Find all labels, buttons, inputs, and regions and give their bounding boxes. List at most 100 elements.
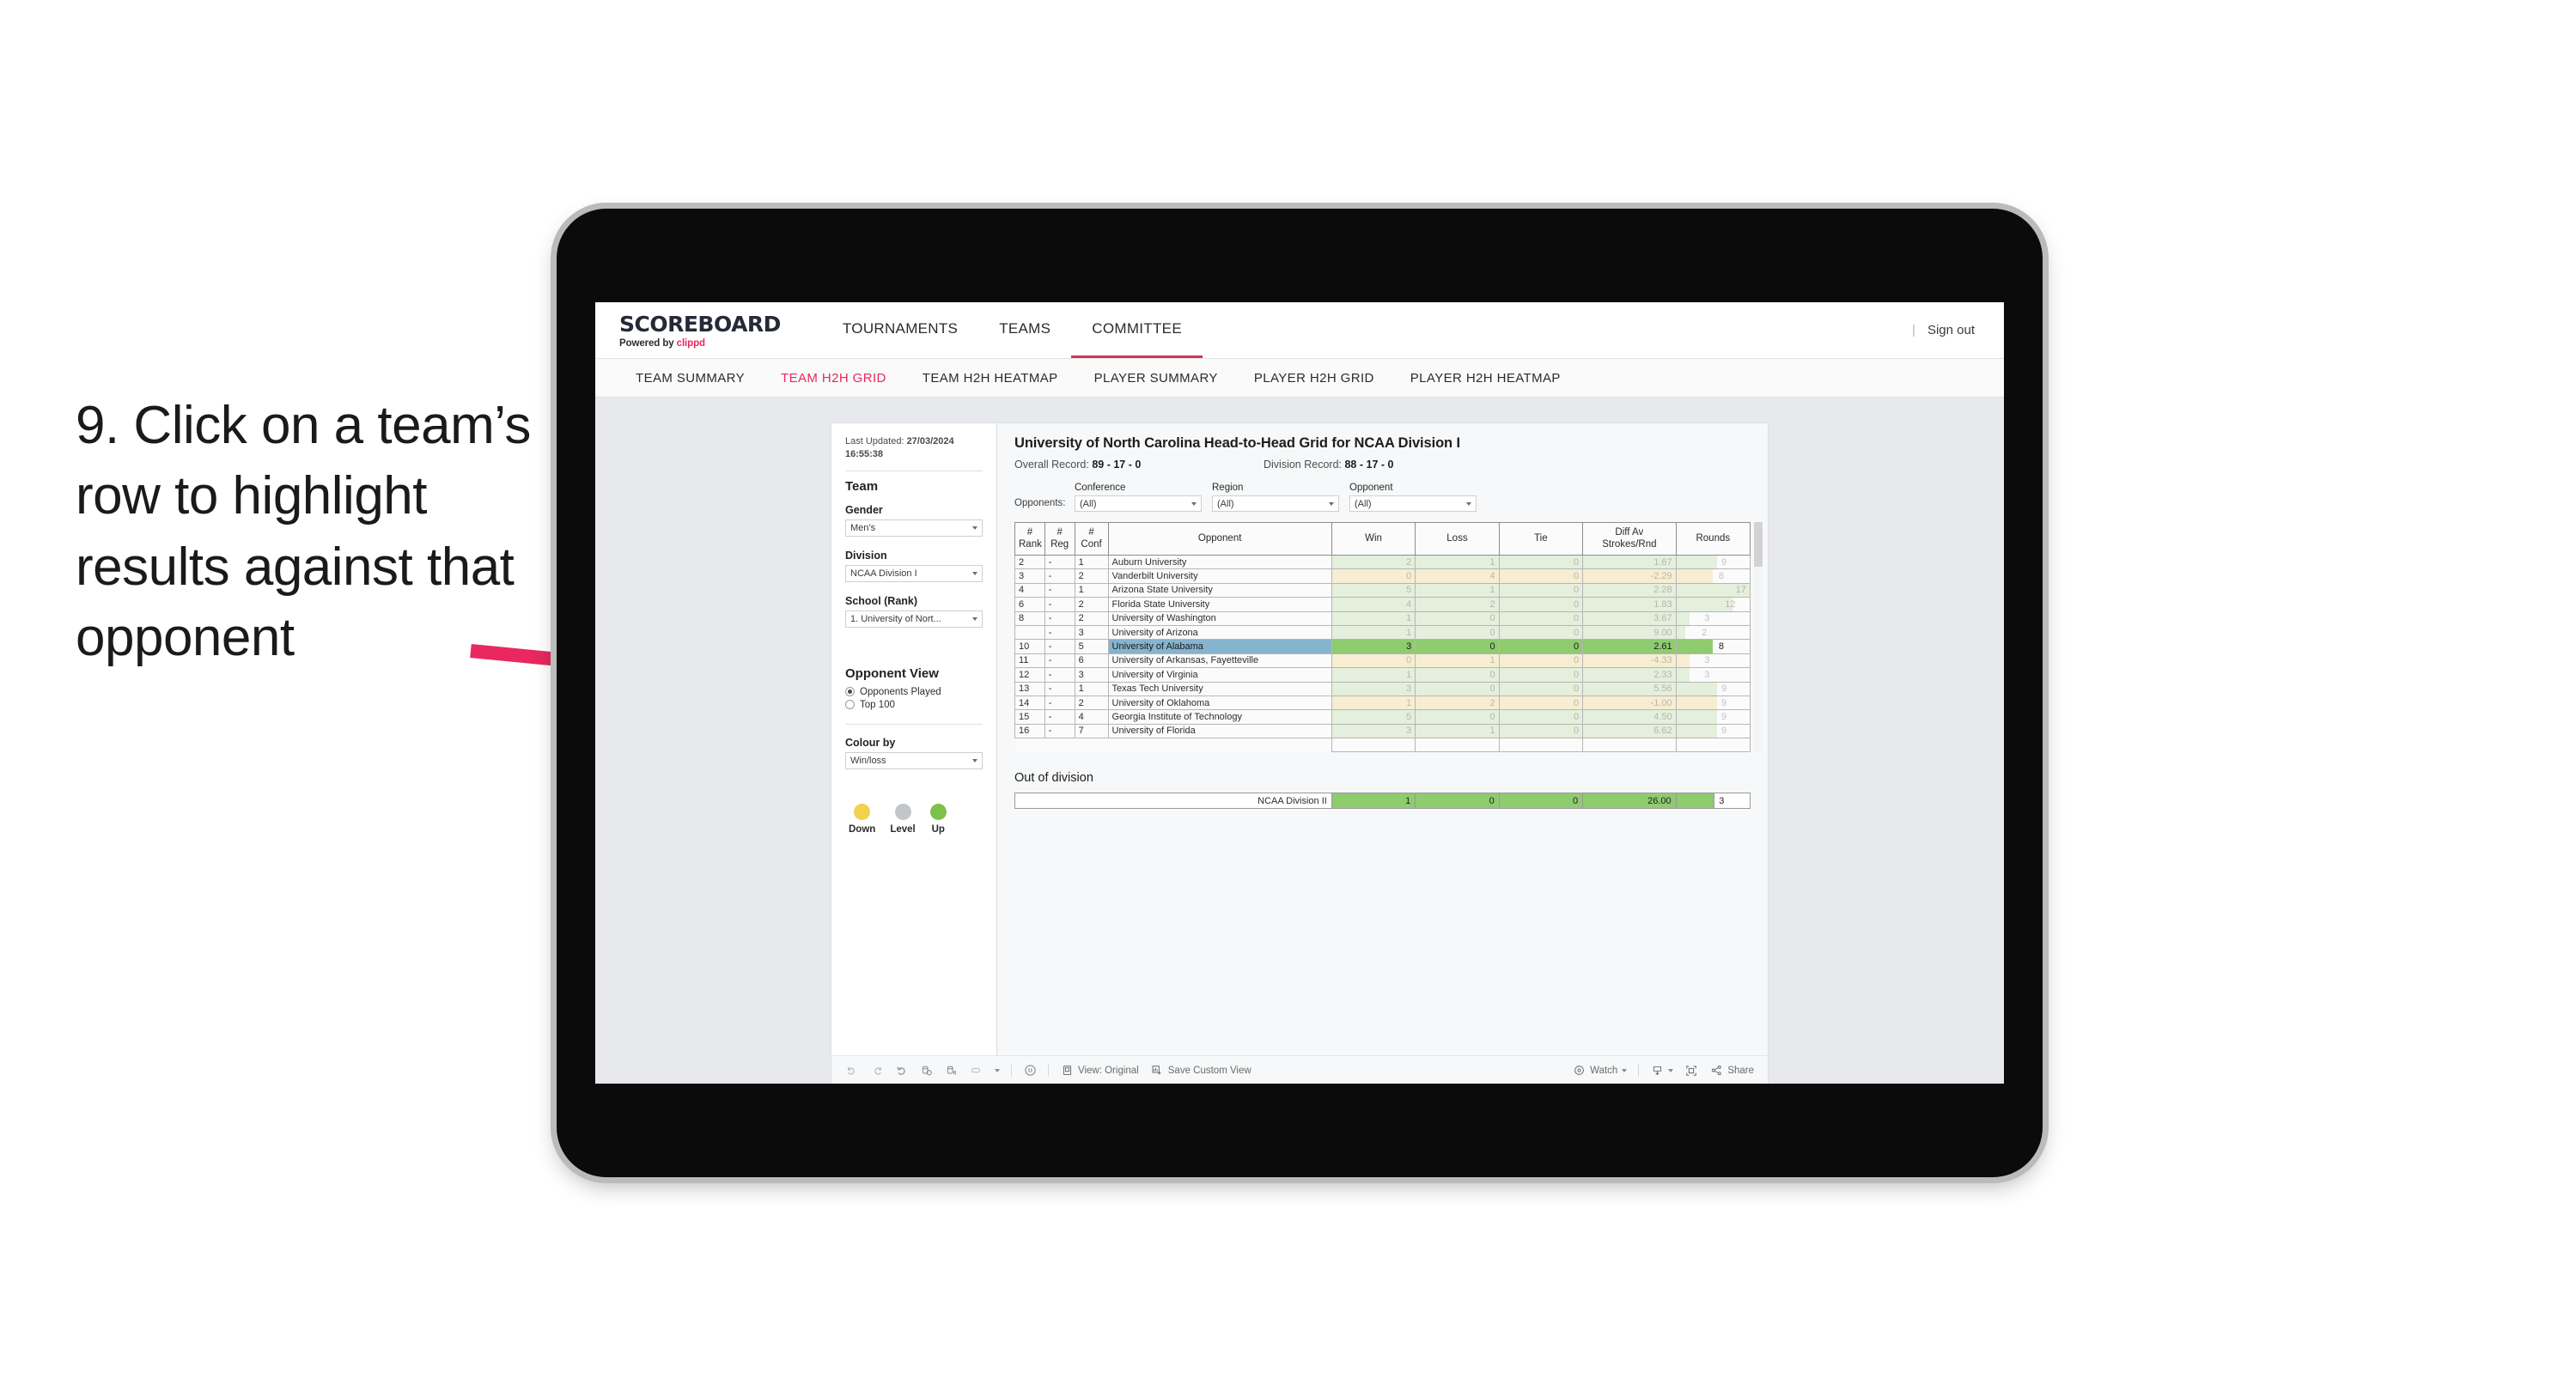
cell-rounds: 9 <box>1675 709 1751 725</box>
nav-committee[interactable]: COMMITTEE <box>1071 302 1203 358</box>
table-row[interactable]: 2-1 Auburn University 2 1 0 1.67 9 <box>1014 554 1751 570</box>
table-row[interactable]: 6-2 Florida State University 4 2 0 1.83 12 <box>1014 597 1751 612</box>
revert-icon[interactable] <box>895 1064 909 1078</box>
redo-icon[interactable] <box>870 1064 884 1078</box>
download-button[interactable] <box>1650 1064 1674 1078</box>
cell-opponent: Florida State University <box>1107 597 1332 612</box>
cell-win: 5 <box>1331 582 1416 598</box>
table-row[interactable]: 16-7 University of Florida 3 1 0 6.62 9 <box>1014 723 1751 739</box>
cell-rank: 14 <box>1014 695 1045 711</box>
table-row[interactable]: 15-4 Georgia Institute of Technology 5 0 0 4.… <box>1014 709 1751 725</box>
col-reg[interactable]: # Reg <box>1044 522 1075 556</box>
cell-rounds: 9 <box>1675 681 1751 696</box>
legend-down-swatch <box>854 803 871 820</box>
cell-win: 1 <box>1331 624 1416 641</box>
brand-tagline: Powered by clippd <box>619 338 781 349</box>
cell-tie: 0 <box>1498 597 1584 612</box>
ood-tie: 0 <box>1498 793 1584 810</box>
sub-nav: TEAM SUMMARY TEAM H2H GRID TEAM H2H HEAT… <box>595 359 2004 398</box>
table-row[interactable]: 12-3 University of Virginia 1 0 0 2.33 3 <box>1014 667 1751 683</box>
cell-conf: 5 <box>1074 639 1109 654</box>
cell-rounds: 3 <box>1675 653 1751 669</box>
chevron-down-icon <box>972 571 977 575</box>
subtab-player-h2h-grid[interactable]: PLAYER H2H GRID <box>1236 371 1392 386</box>
col-diff-av-strokes[interactable]: Diff Av Strokes/Rnd <box>1582 522 1677 556</box>
table-row[interactable]: 4-1 Arizona State University 5 1 0 2.28 17 <box>1014 582 1751 598</box>
nav-teams[interactable]: TEAMS <box>978 302 1071 358</box>
opponents-filter-label: Opponents: <box>1014 498 1066 508</box>
cell-reg: - <box>1044 610 1075 626</box>
viz-title: University of North Carolina Head-to-Hea… <box>1014 435 1461 451</box>
view-original-button[interactable]: View: Original <box>1060 1064 1139 1078</box>
col-opponent[interactable]: Opponent <box>1107 522 1332 556</box>
header-divider: | <box>1912 323 1915 337</box>
subtab-team-summary[interactable]: TEAM SUMMARY <box>618 371 763 386</box>
cell-opponent: University of Arizona <box>1107 624 1332 641</box>
table-row[interactable]: 11-6 University of Arkansas, Fayetteville… <box>1014 653 1751 669</box>
col-conf[interactable]: # Conf <box>1074 522 1109 556</box>
school-select[interactable]: 1. University of Nort... <box>845 610 983 628</box>
col-tie[interactable]: Tie <box>1498 522 1584 556</box>
radio-opponents-played[interactable]: Opponents Played <box>845 687 983 697</box>
cell-rounds: 12 <box>1675 597 1751 612</box>
table-row[interactable]: -3 University of Arizona 1 0 0 9.00 2 <box>1014 624 1751 641</box>
opponent-view-heading: Opponent View <box>845 665 939 681</box>
subtab-player-summary[interactable]: PLAYER SUMMARY <box>1076 371 1236 386</box>
undo-icon[interactable] <box>845 1064 859 1078</box>
region-filter-select[interactable]: (All) <box>1212 495 1339 512</box>
cell-opponent: Arizona State University <box>1107 582 1332 598</box>
table-row[interactable]: 14-2 University of Oklahoma 1 2 0 -1.00 9 <box>1014 695 1751 711</box>
radio-top-100[interactable]: Top 100 <box>845 700 983 710</box>
pause-data-icon[interactable] <box>945 1064 959 1078</box>
divider <box>845 723 983 725</box>
cell-rounds: 2 <box>1675 624 1751 641</box>
cell-rank: 4 <box>1014 582 1045 598</box>
nav-tournaments[interactable]: TOURNAMENTS <box>822 302 978 358</box>
cell-diff: 6.62 <box>1582 723 1677 739</box>
sign-out-link[interactable]: Sign out <box>1927 323 1975 337</box>
table-row[interactable]: 8-2 University of Washington 1 0 0 3.67 3 <box>1014 610 1751 626</box>
pause-auto-update-icon[interactable] <box>1023 1064 1037 1078</box>
cell-diff: -4.33 <box>1582 653 1677 669</box>
col-rank[interactable]: # Rank <box>1014 522 1045 556</box>
ood-label: NCAA Division II <box>1014 793 1332 810</box>
subtab-team-h2h-heatmap[interactable]: TEAM H2H HEATMAP <box>904 371 1076 386</box>
opponent-filters: Opponents: Conference (All) Region (All)… <box>1014 483 1751 512</box>
cell-conf: 1 <box>1074 582 1109 598</box>
division-select[interactable]: NCAA Division I <box>845 564 983 582</box>
filler-cell <box>1014 738 1045 752</box>
cell-diff: 4.50 <box>1582 709 1677 725</box>
cell-rounds: 17 <box>1675 582 1751 598</box>
data-source-icon[interactable] <box>970 1064 984 1078</box>
cell-reg: - <box>1044 582 1075 598</box>
opponent-filter-value: (All) <box>1355 498 1372 509</box>
table-row[interactable]: 13-1 Texas Tech University 3 0 0 5.56 9 <box>1014 681 1751 696</box>
table-row[interactable]: 3-2 Vanderbilt University 0 4 0 -2.29 8 <box>1014 568 1751 584</box>
cell-rank: 10 <box>1014 639 1045 654</box>
cell-loss: 0 <box>1415 667 1500 683</box>
grid-vertical-scrollbar[interactable] <box>1754 522 1763 753</box>
col-win[interactable]: Win <box>1331 522 1416 556</box>
cell-tie: 0 <box>1498 554 1584 570</box>
save-custom-view-button[interactable]: Save Custom View <box>1150 1064 1251 1078</box>
col-rounds[interactable]: Rounds <box>1675 522 1751 556</box>
grid-scroll-thumb[interactable] <box>1754 522 1763 567</box>
cell-tie: 0 <box>1498 695 1584 711</box>
watch-button[interactable]: Watch <box>1572 1064 1628 1078</box>
cell-tie: 0 <box>1498 610 1584 626</box>
table-row[interactable]: NCAA Division II 1 0 0 26.00 3 <box>1014 793 1751 810</box>
subtab-player-h2h-heatmap[interactable]: PLAYER H2H HEATMAP <box>1392 371 1579 386</box>
chevron-down-icon <box>972 617 977 621</box>
opponent-filter-select[interactable]: (All) <box>1349 495 1477 512</box>
table-row-selected[interactable]: 10-5 University of Alabama 3 0 0 2.61 8 <box>1014 639 1751 654</box>
colour-by-select[interactable]: Win/loss <box>845 751 983 769</box>
cell-reg: - <box>1044 653 1075 669</box>
refresh-data-icon[interactable] <box>920 1064 934 1078</box>
gender-select[interactable]: Men’s <box>845 519 983 537</box>
conference-filter-select[interactable]: (All) <box>1075 495 1202 512</box>
chevron-down-icon[interactable] <box>995 1068 1000 1072</box>
col-loss[interactable]: Loss <box>1415 522 1500 556</box>
fullscreen-icon[interactable] <box>1684 1064 1698 1078</box>
subtab-team-h2h-grid[interactable]: TEAM H2H GRID <box>763 371 904 386</box>
share-button[interactable]: Share <box>1709 1064 1754 1078</box>
